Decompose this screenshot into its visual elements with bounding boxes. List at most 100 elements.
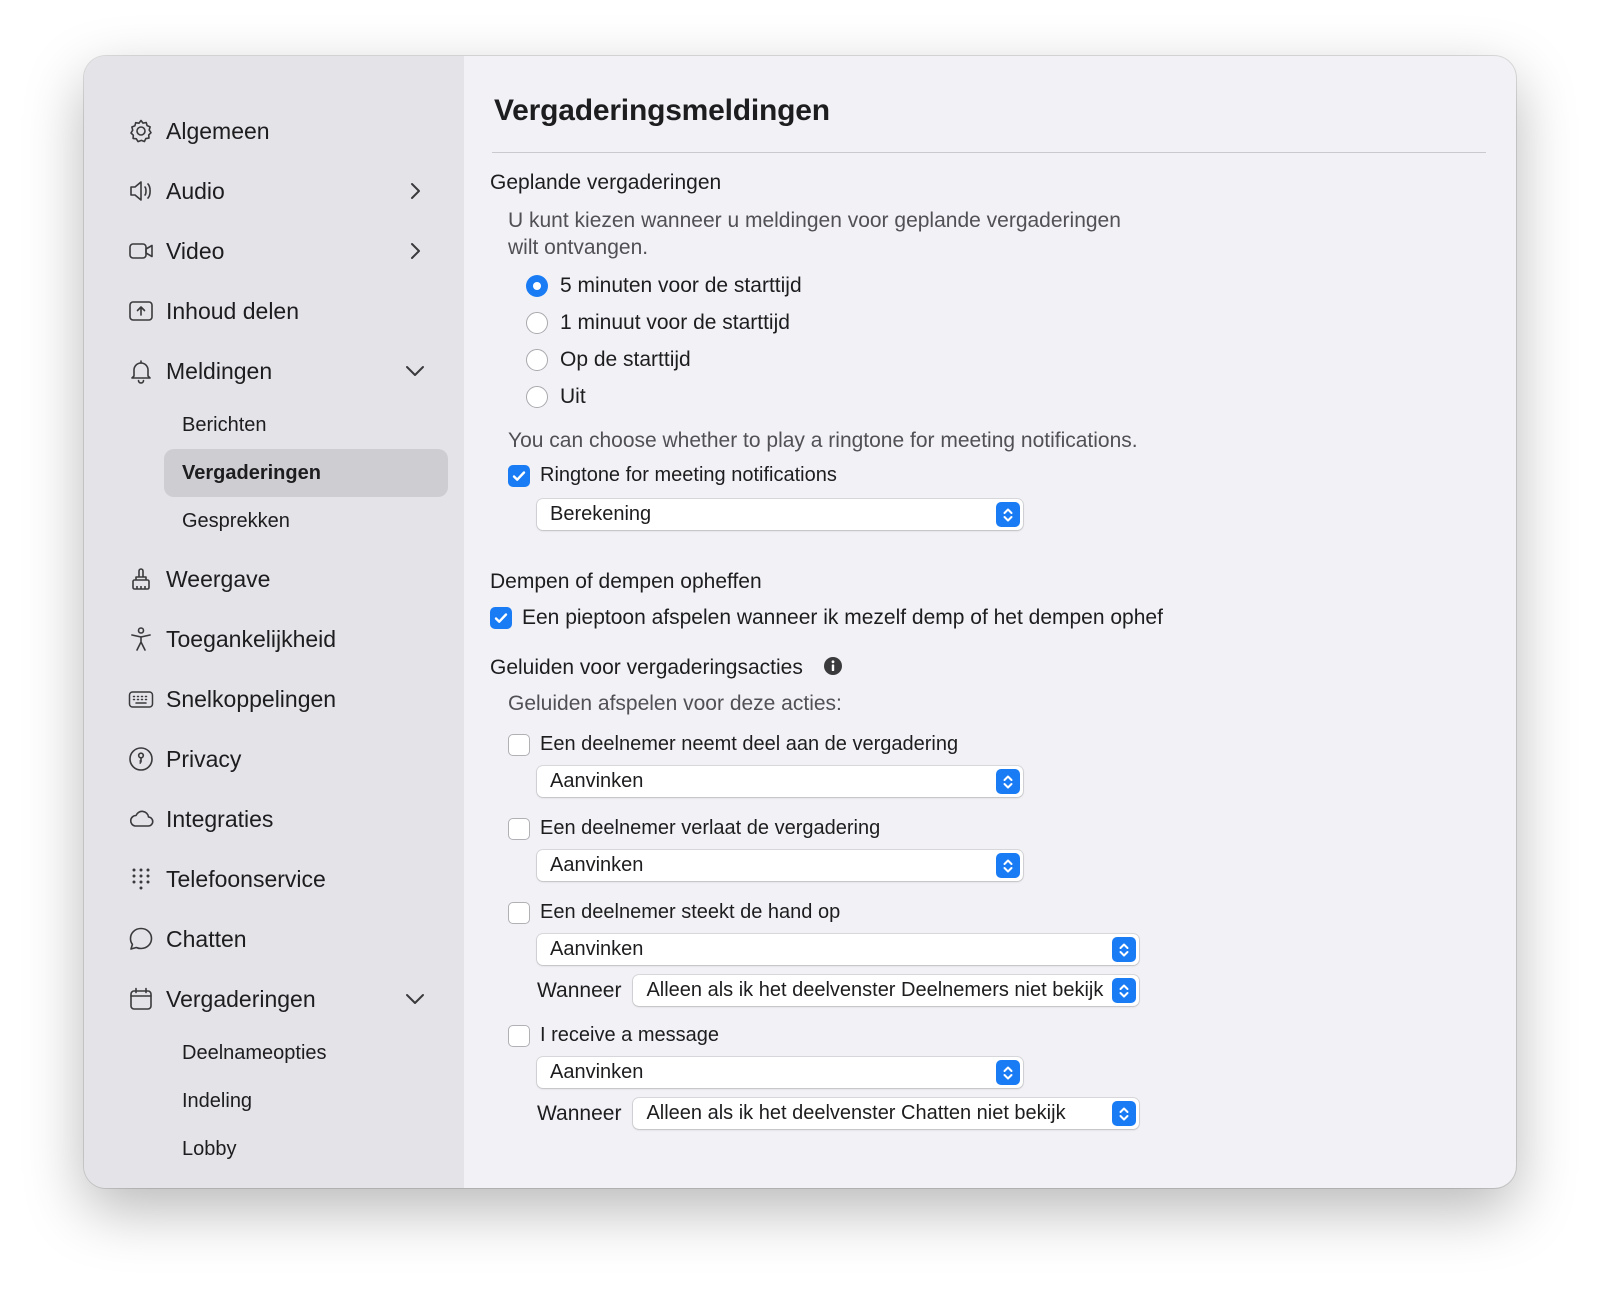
sidebar-item-inhoud-delen[interactable]: Inhoud delen <box>84 281 464 341</box>
radio-at-start[interactable]: Op de starttijd <box>526 341 1486 378</box>
select-stepper-icon <box>996 853 1020 878</box>
message-when-label: Wanneer <box>537 1101 622 1125</box>
sidebar-subitem-lobby[interactable]: Lobby <box>164 1125 448 1173</box>
sidebar-subitem-vergaderingen[interactable]: Vergaderingen <box>164 449 448 497</box>
leave-checkbox[interactable] <box>508 817 530 840</box>
hand-raise-when-select[interactable]: Alleen als ik het deelvenster Deelnemers… <box>633 975 1140 1006</box>
hand-raise-when-row: Wanneer Alleen als ik het deelvenster De… <box>537 975 1486 1006</box>
message-when-row: Wanneer Alleen als ik het deelvenster Ch… <box>537 1098 1486 1129</box>
radio-1-minute[interactable]: 1 minuut voor de starttijd <box>526 304 1486 341</box>
scheduled-radio-group: 5 minuten voor de starttijd 1 minuut voo… <box>492 267 1486 415</box>
sidebar-item-chatten[interactable]: Chatten <box>84 909 464 969</box>
scheduled-description-line2: wilt ontvangen. <box>508 236 649 259</box>
radio-button[interactable] <box>526 348 548 371</box>
video-camera-icon <box>126 236 156 266</box>
sounds-description: Geluiden afspelen voor deze acties: <box>508 692 842 715</box>
join-sound-select[interactable]: Aanvinken <box>537 766 1023 797</box>
display-brush-icon <box>126 564 156 594</box>
chevron-right-icon[interactable] <box>404 240 426 262</box>
radio-label: Uit <box>560 384 586 408</box>
hand-raise-when-label: Wanneer <box>537 978 622 1002</box>
speaker-icon <box>126 176 156 206</box>
message-checkbox[interactable] <box>508 1024 530 1047</box>
section-title-scheduled: Geplande vergaderingen <box>490 171 722 194</box>
message-sound-select[interactable]: Aanvinken <box>537 1057 1023 1088</box>
message-sound-select-value: Aanvinken <box>550 1061 644 1083</box>
message-checkbox-label: I receive a message <box>540 1024 719 1046</box>
sidebar-item-weergave[interactable]: Weergave <box>84 549 464 609</box>
sidebar-subitem-deelnameopties[interactable]: Deelnameopties <box>164 1029 448 1077</box>
sidebar-item-algemeen[interactable]: Algemeen <box>84 101 464 161</box>
message-when-select[interactable]: Alleen als ik het deelvenster Chatten ni… <box>633 1098 1140 1129</box>
sidebar-item-label: Weergave <box>166 565 271 592</box>
sidebar-item-privacy[interactable]: Privacy <box>84 729 464 789</box>
hand-raise-checkbox[interactable] <box>508 901 530 924</box>
sidebar-item-label: Toegankelijkheid <box>166 625 337 652</box>
leave-checkbox-label: Een deelnemer verlaat de vergadering <box>540 817 881 839</box>
sidebar-item-label: Integraties <box>166 805 274 832</box>
chevron-right-icon[interactable] <box>404 180 426 202</box>
select-stepper-icon <box>996 502 1020 527</box>
message-checkbox-row[interactable]: I receive a message <box>508 1024 1486 1047</box>
chevron-down-icon[interactable] <box>404 988 426 1010</box>
sidebar-item-label: Vergaderingen <box>166 985 316 1012</box>
radio-button[interactable] <box>526 274 548 297</box>
leave-sound-select[interactable]: Aanvinken <box>537 850 1023 881</box>
message-when-select-value: Alleen als ik het deelvenster Chatten ni… <box>646 1102 1066 1124</box>
sidebar-item-audio[interactable]: Audio <box>84 161 464 221</box>
leave-sound-select-value: Aanvinken <box>550 854 644 876</box>
select-stepper-icon <box>1112 978 1137 1003</box>
page-title: Vergaderingsmeldingen <box>494 94 830 127</box>
sidebar-item-telefoonservice[interactable]: Telefoonservice <box>84 849 464 909</box>
radio-label: 5 minuten voor de starttijd <box>560 273 802 297</box>
chevron-down-icon[interactable] <box>404 360 426 382</box>
join-checkbox-label: Een deelnemer neemt deel aan de vergader… <box>540 733 959 755</box>
sidebar-item-video[interactable]: Video <box>84 221 464 281</box>
radio-label: Op de starttijd <box>560 347 691 371</box>
settings-window: Algemeen Audio Video Inhoud delen Meldin… <box>84 56 1516 1188</box>
sidebar-subitem-indeling[interactable]: Indeling <box>164 1077 448 1125</box>
section-title-sounds-text: Geluiden voor vergaderingsacties <box>490 656 803 679</box>
sidebar-item-meldingen[interactable]: Meldingen <box>84 341 464 401</box>
sidebar-item-vergaderingen[interactable]: Vergaderingen <box>84 969 464 1029</box>
meldingen-submenu: Berichten Vergaderingen Gesprekken <box>84 401 464 545</box>
select-stepper-icon <box>1112 1101 1137 1126</box>
radio-label: 1 minuut voor de starttijd <box>560 310 790 334</box>
title-divider <box>492 152 1486 153</box>
bell-icon <box>126 356 156 386</box>
mute-beep-checkbox[interactable] <box>490 607 512 629</box>
radio-button[interactable] <box>526 385 548 408</box>
sidebar-item-integraties[interactable]: Integraties <box>84 789 464 849</box>
sidebar-item-label: Video <box>166 237 225 264</box>
sidebar-item-snelkoppelingen[interactable]: Snelkoppelingen <box>84 669 464 729</box>
ringtone-description: You can choose whether to play a rington… <box>508 429 1138 452</box>
sidebar: Algemeen Audio Video Inhoud delen Meldin… <box>84 56 464 1188</box>
sidebar-item-label: Inhoud delen <box>166 297 300 324</box>
hand-raise-sound-select[interactable]: Aanvinken <box>537 934 1139 965</box>
select-stepper-icon <box>1112 937 1136 962</box>
hand-raise-checkbox-label: Een deelnemer steekt de hand op <box>540 901 841 923</box>
ringtone-select[interactable]: Berekening <box>537 499 1023 530</box>
sidebar-item-label: Telefoonservice <box>166 865 326 892</box>
ringtone-checkbox-row[interactable]: Ringtone for meeting notifications <box>508 464 1486 487</box>
sidebar-item-label: Audio <box>166 177 225 204</box>
radio-5-minutes[interactable]: 5 minuten voor de starttijd <box>526 267 1486 304</box>
sidebar-item-toegankelijkheid[interactable]: Toegankelijkheid <box>84 609 464 669</box>
sidebar-item-label: Snelkoppelingen <box>166 685 337 712</box>
calendar-icon <box>126 984 156 1014</box>
radio-off[interactable]: Uit <box>526 378 1486 415</box>
radio-button[interactable] <box>526 311 548 334</box>
join-checkbox-row[interactable]: Een deelnemer neemt deel aan de vergader… <box>508 733 1486 756</box>
sidebar-subitem-berichten[interactable]: Berichten <box>164 401 448 449</box>
hand-raise-sound-select-value: Aanvinken <box>550 938 644 960</box>
sidebar-subitem-gesprekken[interactable]: Gesprekken <box>164 497 448 545</box>
mute-beep-checkbox-row[interactable]: Een pieptoon afspelen wanneer ik mezelf … <box>490 606 1486 630</box>
leave-checkbox-row[interactable]: Een deelnemer verlaat de vergadering <box>508 817 1486 840</box>
info-icon[interactable] <box>823 656 843 676</box>
ringtone-checkbox-label: Ringtone for meeting notifications <box>540 464 837 486</box>
ringtone-checkbox[interactable] <box>508 464 530 487</box>
hand-raise-checkbox-row[interactable]: Een deelnemer steekt de hand op <box>508 901 1486 924</box>
join-checkbox[interactable] <box>508 733 530 756</box>
vergaderingen-submenu: Deelnameopties Indeling Lobby <box>84 1029 464 1173</box>
main-panel: Vergaderingsmeldingen Geplande vergaderi… <box>464 56 1516 1188</box>
